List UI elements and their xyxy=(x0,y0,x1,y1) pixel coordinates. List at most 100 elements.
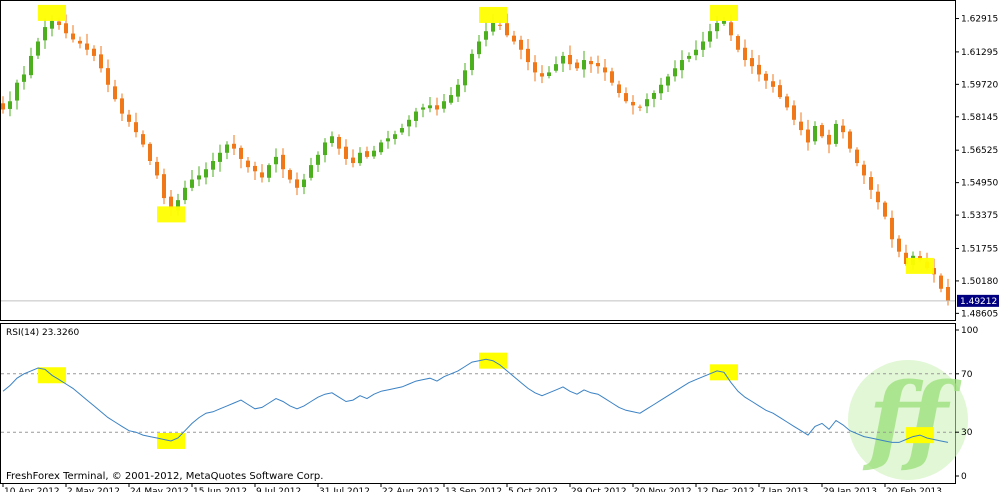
price-tick-label: 1.58145 xyxy=(961,113,998,123)
candle-body xyxy=(477,41,481,55)
price-tick-label: 1.54950 xyxy=(961,179,998,189)
candle-body xyxy=(848,131,852,149)
x-tick-label: 9 Jul 2012 xyxy=(256,487,301,492)
candle-body xyxy=(253,165,257,172)
candle-body xyxy=(309,165,313,178)
x-tick-label: 7 Jan 2013 xyxy=(760,487,808,492)
candle-body xyxy=(757,64,761,75)
candle-body xyxy=(365,151,369,157)
candle-body xyxy=(85,43,89,50)
candle-body xyxy=(281,154,285,170)
candle-body xyxy=(855,149,859,164)
price-tick-label: 1.62915 xyxy=(961,15,998,25)
candle-body xyxy=(106,68,110,85)
candle-body xyxy=(862,164,866,176)
candle-body xyxy=(316,154,320,165)
candle-body xyxy=(680,60,684,71)
candle-body xyxy=(57,21,61,26)
candle-body xyxy=(344,146,348,159)
candle-body xyxy=(197,175,201,180)
candle-body xyxy=(232,143,236,149)
x-tick-label: 24 May 2012 xyxy=(130,487,189,492)
candle-body xyxy=(428,105,432,109)
candle-body xyxy=(533,62,537,73)
x-tick-label: 5 Oct 2012 xyxy=(508,487,558,492)
candle-body xyxy=(820,125,824,137)
candle-body xyxy=(15,82,19,101)
candle-body xyxy=(764,73,768,81)
candle-body xyxy=(50,20,54,29)
candle-body xyxy=(323,142,327,156)
candle-body xyxy=(120,98,124,114)
candle-body xyxy=(806,129,810,143)
candle-body xyxy=(393,134,397,139)
candle-body xyxy=(526,48,530,63)
candle-body xyxy=(36,41,40,56)
candle-body xyxy=(890,217,894,240)
candle-body xyxy=(673,68,677,77)
candle-body xyxy=(778,85,782,98)
candle-body xyxy=(358,152,362,164)
x-tick-label: 31 Jul 2012 xyxy=(319,487,370,492)
rsi-title: RSI(14) 23.3260 xyxy=(6,328,79,338)
candle-body xyxy=(687,55,691,59)
price-tick-label: 1.61295 xyxy=(961,48,998,58)
candle-body xyxy=(736,36,740,50)
candle-body xyxy=(71,33,75,40)
candle-body xyxy=(792,105,796,120)
price-tick-label: 1.51755 xyxy=(961,244,998,254)
candle-body xyxy=(834,123,838,144)
candle-body xyxy=(631,101,635,106)
candle-body xyxy=(435,105,439,110)
candle-body xyxy=(589,60,593,65)
highlight-peak xyxy=(479,6,507,23)
candle-body xyxy=(407,119,411,127)
candle-body xyxy=(659,84,663,94)
highlight-trough xyxy=(906,257,934,274)
highlight-peak xyxy=(38,4,66,21)
x-tick-label: 10 Apr 2012 xyxy=(4,487,60,492)
current-price-label: 1.49212 xyxy=(960,297,997,307)
candle-body xyxy=(876,191,880,203)
candle-body xyxy=(1,103,5,110)
candle-body xyxy=(400,128,404,133)
candle-body xyxy=(715,22,719,32)
candle-body xyxy=(204,169,208,178)
candle-body xyxy=(883,202,887,217)
candle-body xyxy=(162,174,166,199)
candle-body xyxy=(484,31,488,40)
candle-body xyxy=(274,156,278,165)
candle-body xyxy=(645,99,649,107)
candle-body xyxy=(939,275,943,289)
candle-body xyxy=(155,161,159,176)
candle-body xyxy=(722,20,726,24)
candle-body xyxy=(512,35,516,42)
rsi-tick-label: 70 xyxy=(961,370,973,380)
candle-body xyxy=(869,177,873,190)
candle-body xyxy=(505,23,509,36)
price-tick-label: 1.50180 xyxy=(961,277,998,287)
candle-body xyxy=(92,48,96,56)
highlight-trough xyxy=(157,206,185,223)
candle-body xyxy=(652,93,656,99)
candle-body xyxy=(351,157,355,164)
candle-body xyxy=(246,160,250,168)
candle-body xyxy=(239,147,243,159)
candle-body xyxy=(99,54,103,69)
x-tick-label: 2 May 2012 xyxy=(67,487,120,492)
candle-body xyxy=(561,55,565,64)
candle-body xyxy=(946,287,950,301)
candle-body xyxy=(603,67,607,73)
candle-body xyxy=(624,93,628,102)
candle-body xyxy=(701,41,705,50)
x-tick-label: 15 Jun 2012 xyxy=(193,487,247,492)
candle-body xyxy=(379,142,383,153)
candle-body xyxy=(43,27,47,41)
x-tick-label: 22 Aug 2012 xyxy=(382,487,440,492)
candle-body xyxy=(729,22,733,36)
highlight-peak xyxy=(710,4,738,21)
candle-body xyxy=(456,84,460,97)
candle-body xyxy=(421,107,425,110)
candle-body xyxy=(463,70,467,86)
candle-body xyxy=(190,179,194,188)
